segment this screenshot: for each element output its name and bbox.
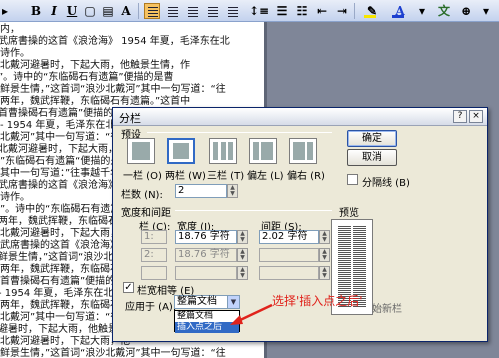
annotation-arrow-icon (230, 303, 273, 325)
annotation-text: 选择'插入点之后' (272, 294, 363, 308)
